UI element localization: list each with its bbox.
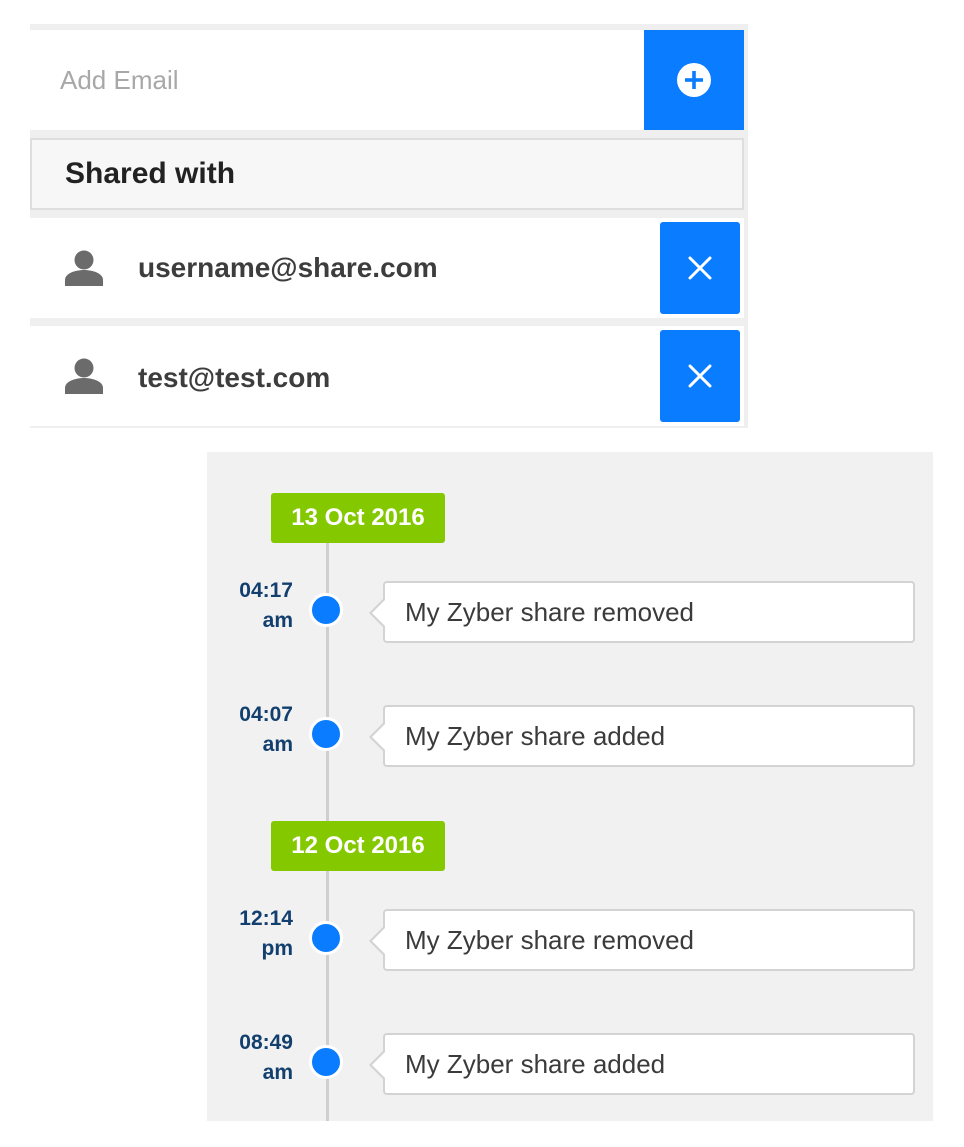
event-time: 04:17 am <box>207 576 293 636</box>
remove-share-button[interactable] <box>660 330 740 422</box>
event-time-value: 12:14 <box>239 907 293 930</box>
event-time: 12:14 pm <box>207 904 293 964</box>
shared-user-row: test@test.com <box>30 326 744 426</box>
add-email-button[interactable] <box>644 30 744 130</box>
event-time-period: am <box>262 609 293 632</box>
shared-user-row: username@share.com <box>30 218 744 318</box>
close-icon <box>688 364 712 388</box>
event-time: 04:07 am <box>207 700 293 760</box>
timeline-event-card: My Zyber share removed <box>369 909 915 971</box>
event-time-period: pm <box>261 937 294 960</box>
timeline-dot <box>309 717 343 751</box>
event-time: 08:49 am <box>207 1028 293 1088</box>
timeline-event-card: My Zyber share added <box>369 705 915 767</box>
event-time-period: am <box>262 1061 293 1084</box>
shared-with-header: Shared with <box>30 138 744 210</box>
event-time-value: 08:49 <box>239 1031 293 1054</box>
close-icon <box>688 256 712 280</box>
remove-share-button[interactable] <box>660 222 740 314</box>
timeline-dot <box>309 921 343 955</box>
timeline-event-card: My Zyber share added <box>369 1033 915 1095</box>
event-time-period: am <box>262 733 293 756</box>
shared-user-email: test@test.com <box>138 362 331 393</box>
event-time-value: 04:07 <box>239 703 293 726</box>
timeline-date-badge: 13 Oct 2016 <box>271 493 445 543</box>
user-icon <box>65 358 103 394</box>
timeline-dot <box>309 1045 343 1079</box>
share-panel: Shared with username@share.com test@test… <box>30 24 748 428</box>
timeline-date-badge: 12 Oct 2016 <box>271 821 445 871</box>
add-email-input[interactable] <box>30 30 644 130</box>
shared-user-email: username@share.com <box>138 252 438 283</box>
event-time-value: 04:17 <box>239 579 293 602</box>
plus-circle-icon <box>677 63 711 97</box>
add-email-row <box>30 30 744 130</box>
timeline-dot <box>309 593 343 627</box>
user-icon <box>65 250 103 286</box>
timeline-event-card: My Zyber share removed <box>369 581 915 643</box>
activity-timeline: 13 Oct 2016 04:17 am My Zyber share remo… <box>207 452 933 1121</box>
